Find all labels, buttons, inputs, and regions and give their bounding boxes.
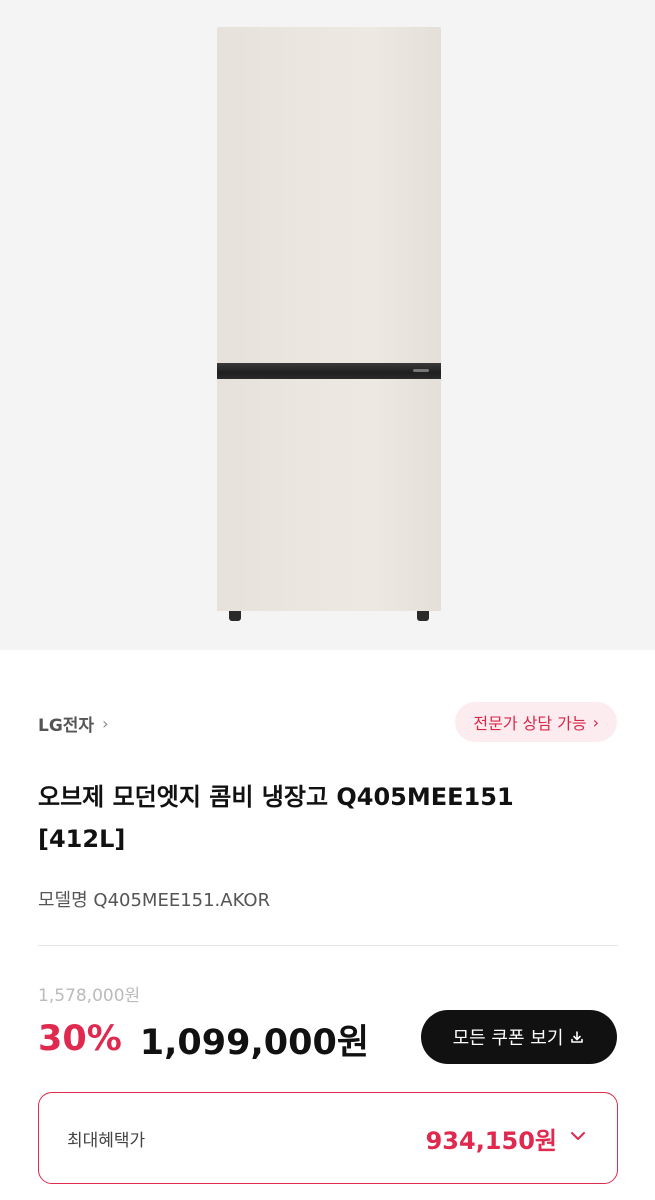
coupon-button-label: 모든 쿠폰 보기 [452,1028,564,1049]
max-benefit-box[interactable]: 최대혜택가 934,150원 [38,1092,618,1184]
brand-name: LG전자 [38,715,95,736]
all-coupons-button[interactable]: 모든 쿠폰 보기 [421,1010,617,1064]
fridge-foot-right [417,611,429,621]
model-name: 모델명 Q405MEE151.AKOR [38,890,271,911]
expert-consult-button[interactable]: 전문가 상담 가능 › [455,702,617,742]
chevron-down-icon[interactable] [569,1127,587,1145]
chevron-right-icon: › [592,712,599,732]
max-benefit-price: 934,150원 [425,1127,557,1155]
product-title-line2: [412L] [38,825,126,853]
fridge-logo-mark [413,369,429,372]
fridge-handle [217,363,441,379]
max-benefit-label: 최대혜택가 [67,1131,146,1151]
brand-link[interactable]: LG전자 › [38,705,108,741]
consult-label: 전문가 상담 가능 [473,714,587,733]
chevron-right-icon: › [102,713,109,733]
product-image[interactable] [0,0,655,650]
refrigerator-image [217,27,441,623]
sale-price: 1,099,000원 [139,1022,370,1063]
original-price: 1,578,000원 [38,986,141,1006]
download-icon [571,1031,584,1043]
price-row: 30% 1,099,000원 [38,1014,369,1064]
discount-rate: 30% [38,1019,122,1059]
fridge-foot-left [229,611,241,621]
product-title: 오브제 모던엣지 콤비 냉장고 Q405MEE151 [412L] [38,776,598,860]
fridge-bottom-door [217,379,441,611]
fridge-top-door [217,27,441,363]
divider [38,945,618,946]
product-title-line1: 오브제 모던엣지 콤비 냉장고 Q405MEE151 [38,783,514,811]
